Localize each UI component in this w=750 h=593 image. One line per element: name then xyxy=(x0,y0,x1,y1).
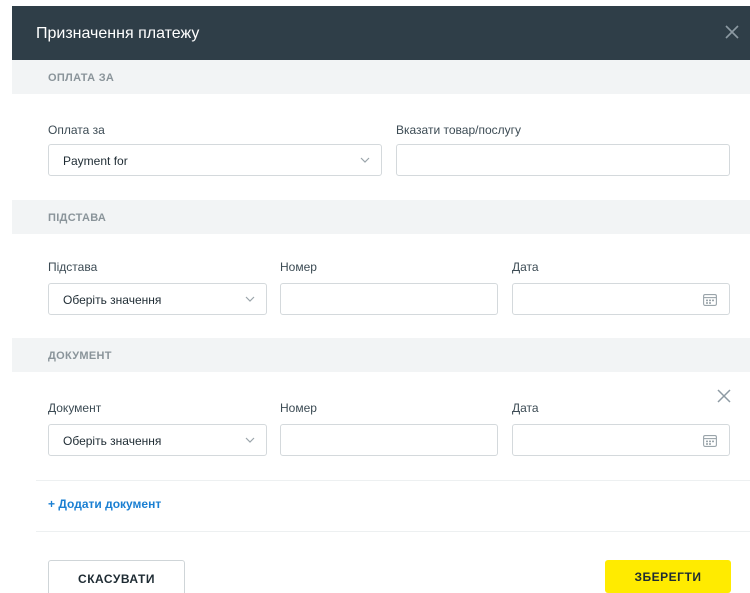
document-date-input[interactable] xyxy=(512,424,730,456)
payment-for-label: Оплата за xyxy=(48,123,105,137)
chevron-down-icon xyxy=(360,157,370,163)
payment-for-value: Payment for xyxy=(63,154,128,168)
basis-label: Підстава xyxy=(48,260,98,274)
dialog-title: Призначення платежу xyxy=(36,25,200,42)
document-value: Оберіть значення xyxy=(63,434,162,448)
section-basis-title: ПІДСТАВА xyxy=(48,212,107,224)
basis-date-label: Дата xyxy=(512,260,539,274)
section-document-header: ДОКУМЕНТ xyxy=(12,338,750,372)
basis-value: Оберіть значення xyxy=(63,293,162,307)
basis-date-input[interactable] xyxy=(512,283,730,315)
document-number-label: Номер xyxy=(280,401,317,415)
chevron-down-icon xyxy=(245,296,255,302)
payment-purpose-dialog: Призначення платежу ОПЛАТА ЗА Оплата за … xyxy=(12,6,750,593)
section-basis-header: ПІДСТАВА xyxy=(12,200,750,234)
goods-services-label: Вказати товар/послугу xyxy=(396,123,522,137)
chevron-down-icon xyxy=(245,437,255,443)
document-select[interactable]: Оберіть значення xyxy=(48,424,267,456)
section-document-title: ДОКУМЕНТ xyxy=(48,350,112,362)
divider xyxy=(36,531,750,532)
basis-number-label: Номер xyxy=(280,260,317,274)
goods-services-input[interactable] xyxy=(396,144,730,176)
divider xyxy=(36,480,750,481)
calendar-icon[interactable] xyxy=(703,434,717,447)
cancel-button[interactable]: СКАСУВАТИ xyxy=(48,560,185,593)
payment-for-select[interactable]: Payment for xyxy=(48,144,382,176)
save-button[interactable]: ЗБЕРЕГТИ xyxy=(605,560,731,593)
basis-number-input[interactable] xyxy=(280,283,498,315)
document-label: Документ xyxy=(48,401,102,415)
document-date-label: Дата xyxy=(512,401,539,415)
remove-document-icon[interactable] xyxy=(715,387,733,405)
dialog-header: Призначення платежу xyxy=(12,6,750,60)
document-number-input[interactable] xyxy=(280,424,498,456)
basis-select[interactable]: Оберіть значення xyxy=(48,283,267,315)
section-payment-for-title: ОПЛАТА ЗА xyxy=(48,72,115,84)
calendar-icon[interactable] xyxy=(703,293,717,306)
close-icon[interactable] xyxy=(720,20,744,44)
section-payment-for-header: ОПЛАТА ЗА xyxy=(12,60,750,94)
add-document-link[interactable]: + Додати документ xyxy=(48,497,161,511)
